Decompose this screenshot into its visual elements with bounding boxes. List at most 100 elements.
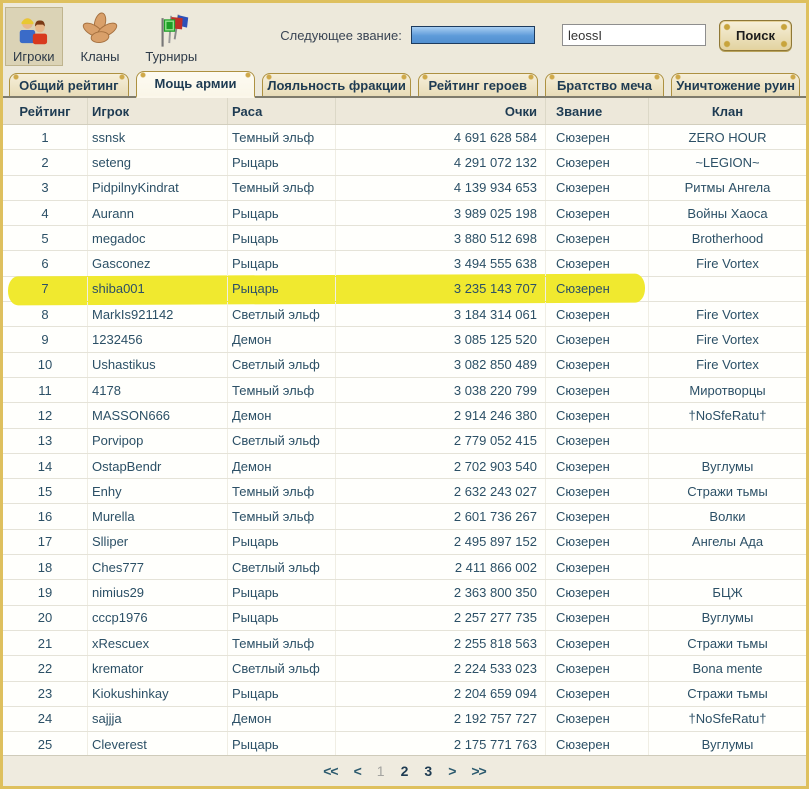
- tab-general-rating[interactable]: Общий рейтинг: [9, 73, 129, 96]
- cell-rank-title: Сюзерен: [546, 631, 649, 655]
- cell-points: 2 192 757 727: [336, 707, 546, 731]
- cell-race: Темный эльф: [228, 176, 336, 200]
- cell-player[interactable]: MASSON666: [88, 403, 228, 427]
- search-button[interactable]: Поиск: [719, 20, 792, 51]
- cell-clan[interactable]: Стражи тьмы: [649, 631, 806, 655]
- next-rank-progress: [411, 26, 535, 44]
- table-row: 114178Темный эльф3 038 220 799СюзеренМир…: [3, 378, 806, 403]
- cell-rank: 17: [3, 530, 88, 554]
- cell-clan[interactable]: Fire Vortex: [649, 302, 806, 326]
- cell-player[interactable]: Enhy: [88, 479, 228, 503]
- cell-clan[interactable]: Вуглумы: [649, 732, 806, 755]
- table-header-cell: Раса: [228, 98, 336, 124]
- cell-points: 3 494 555 638: [336, 251, 546, 275]
- cell-clan[interactable]: Bona mente: [649, 656, 806, 680]
- cell-player[interactable]: Porvipop: [88, 429, 228, 453]
- cell-clan[interactable]: Стражи тьмы: [649, 479, 806, 503]
- nav-item-tournaments[interactable]: Турниры: [138, 8, 204, 65]
- tab-faction-loyalty[interactable]: Лояльность фракции: [262, 73, 411, 96]
- cell-clan[interactable]: Войны Хаоса: [649, 201, 806, 225]
- cell-race: Светлый эльф: [228, 429, 336, 453]
- cell-points: 3 082 850 489: [336, 353, 546, 377]
- table-header-cell: Клан: [649, 98, 806, 124]
- page-last[interactable]: >>: [471, 763, 485, 779]
- nav-item-clans[interactable]: Кланы: [74, 8, 127, 65]
- cell-points: 2 601 736 267: [336, 504, 546, 528]
- cell-player[interactable]: MarkIs921142: [88, 302, 228, 326]
- search-block: Поиск: [562, 20, 792, 51]
- cell-player[interactable]: shiba001: [88, 277, 228, 301]
- cell-clan[interactable]: Brotherhood: [649, 226, 806, 250]
- table-row: 3PidpilnyKindratТемный эльф4 139 934 653…: [3, 176, 806, 201]
- cell-clan[interactable]: †NoSfeRatu†: [649, 403, 806, 427]
- cell-points: 2 204 659 094: [336, 682, 546, 706]
- cell-player[interactable]: nimius29: [88, 580, 228, 604]
- cell-points: 3 880 512 698: [336, 226, 546, 250]
- tab-army-power[interactable]: Мощь армии: [136, 71, 256, 98]
- cell-player[interactable]: Gasconez: [88, 251, 228, 275]
- cell-player[interactable]: Kiokushinkay: [88, 682, 228, 706]
- cell-player[interactable]: OstapBendr: [88, 454, 228, 478]
- cell-player[interactable]: ssnsk: [88, 125, 228, 149]
- cell-points: 3 038 220 799: [336, 378, 546, 402]
- cell-player[interactable]: Slliper: [88, 530, 228, 554]
- cell-clan[interactable]: Ритмы Ангела: [649, 176, 806, 200]
- page-2[interactable]: 2: [401, 763, 409, 779]
- cell-player[interactable]: megadoc: [88, 226, 228, 250]
- cell-rank: 19: [3, 580, 88, 604]
- cell-race: Демон: [228, 327, 336, 351]
- table-row: 18Ches777Светлый эльф2 411 866 002Сюзере…: [3, 555, 806, 580]
- cell-player[interactable]: 4178: [88, 378, 228, 402]
- cell-rank: 7: [3, 277, 88, 301]
- cell-clan[interactable]: Fire Vortex: [649, 251, 806, 275]
- cell-clan[interactable]: Вуглумы: [649, 606, 806, 630]
- page-first[interactable]: <<: [323, 763, 337, 779]
- cell-player[interactable]: PidpilnyKindrat: [88, 176, 228, 200]
- cell-clan[interactable]: †NoSfeRatu†: [649, 707, 806, 731]
- cell-player[interactable]: seteng: [88, 150, 228, 174]
- page-next[interactable]: >: [448, 763, 455, 779]
- nav-item-players[interactable]: Игроки: [6, 8, 62, 65]
- cell-points: 2 495 897 152: [336, 530, 546, 554]
- cell-player[interactable]: 1232456: [88, 327, 228, 351]
- cell-rank-title: Сюзерен: [546, 479, 649, 503]
- table-row: 12MASSON666Демон2 914 246 380Сюзерен†NoS…: [3, 403, 806, 428]
- page-3[interactable]: 3: [424, 763, 432, 779]
- cell-rank-title: Сюзерен: [546, 150, 649, 174]
- cell-rank-title: Сюзерен: [546, 327, 649, 351]
- tab-sword-brotherhood[interactable]: Братство меча: [545, 73, 665, 96]
- cell-clan[interactable]: ~LEGION~: [649, 150, 806, 174]
- cell-clan[interactable]: Fire Vortex: [649, 327, 806, 351]
- cell-clan[interactable]: Миротворцы: [649, 378, 806, 402]
- cell-clan[interactable]: Волки: [649, 504, 806, 528]
- search-input[interactable]: [562, 24, 706, 46]
- cell-player[interactable]: Murella: [88, 504, 228, 528]
- cell-player[interactable]: ссср1976: [88, 606, 228, 630]
- cell-points: 2 255 818 563: [336, 631, 546, 655]
- cell-player[interactable]: Aurann: [88, 201, 228, 225]
- cell-rank-title: Сюзерен: [546, 606, 649, 630]
- cell-rank: 12: [3, 403, 88, 427]
- tab-ruins-destruction[interactable]: Уничтожение руин: [671, 73, 800, 96]
- cell-player[interactable]: Ches777: [88, 555, 228, 579]
- table-row: 17SlliperРыцарь2 495 897 152СюзеренАнгел…: [3, 530, 806, 555]
- cell-clan[interactable]: Вуглумы: [649, 454, 806, 478]
- cell-player[interactable]: Cleverest: [88, 732, 228, 755]
- cell-player[interactable]: sajjja: [88, 707, 228, 731]
- cell-player[interactable]: kremator: [88, 656, 228, 680]
- cell-rank-title: Сюзерен: [546, 378, 649, 402]
- cell-rank-title: Сюзерен: [546, 125, 649, 149]
- page-prev[interactable]: <: [354, 763, 361, 779]
- cell-clan[interactable]: Ангелы Ада: [649, 530, 806, 554]
- tab-heroes-rating[interactable]: Рейтинг героев: [418, 73, 538, 96]
- cell-clan[interactable]: ZERO HOUR: [649, 125, 806, 149]
- cell-player[interactable]: xRescuex: [88, 631, 228, 655]
- cell-clan[interactable]: БЦЖ: [649, 580, 806, 604]
- cell-points: 3 989 025 198: [336, 201, 546, 225]
- table-row: 25CleverestРыцарь2 175 771 763СюзеренВуг…: [3, 732, 806, 755]
- cell-player[interactable]: Ushastikus: [88, 353, 228, 377]
- cell-clan[interactable]: Стражи тьмы: [649, 682, 806, 706]
- cell-rank-title: Сюзерен: [546, 277, 649, 301]
- cell-clan[interactable]: Fire Vortex: [649, 353, 806, 377]
- table-row: 19nimius29Рыцарь2 363 800 350СюзеренБЦЖ: [3, 580, 806, 605]
